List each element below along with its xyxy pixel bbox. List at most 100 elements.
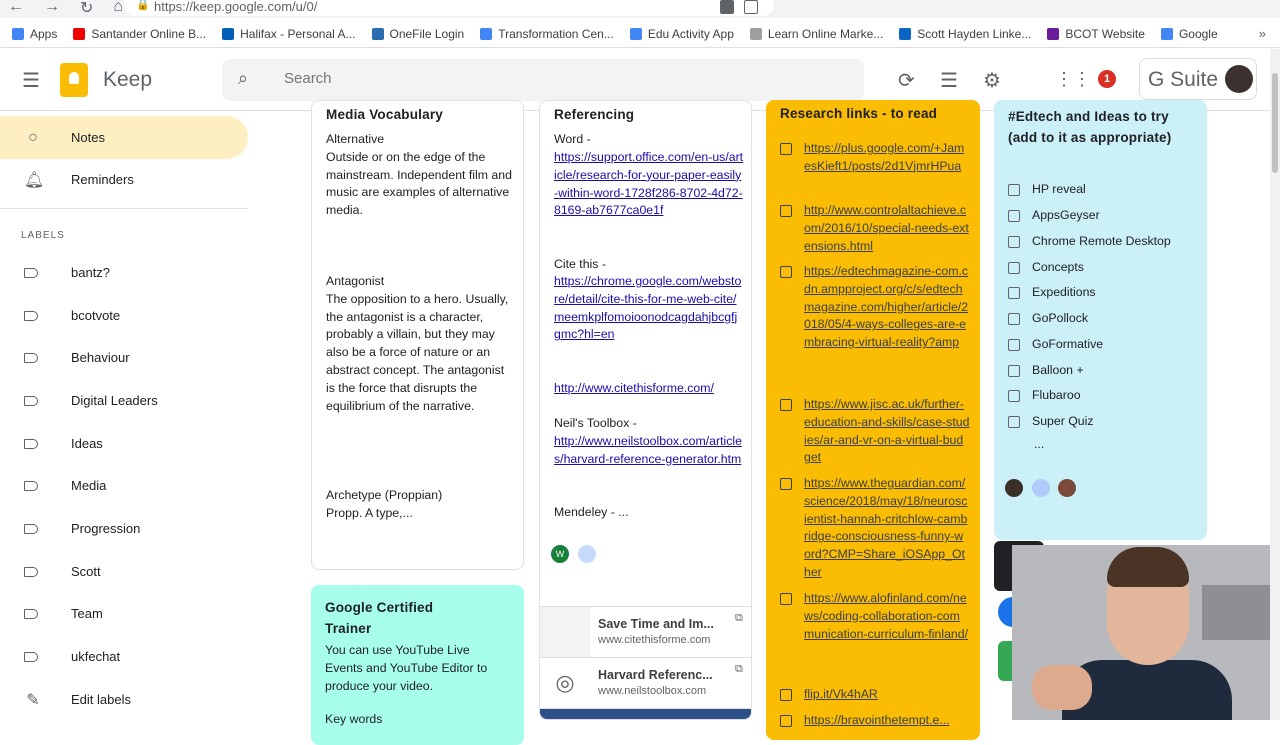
open-external-icon[interactable]: ⧉ (735, 663, 743, 676)
search-input[interactable] (284, 70, 844, 87)
bookmark-transformation[interactable]: Transformation Cen... (480, 27, 614, 41)
checkbox[interactable] (780, 266, 792, 278)
checklist-item: Concepts (1008, 259, 1198, 277)
google-icon (480, 27, 493, 40)
forward-icon[interactable]: → (44, 0, 60, 18)
bookmark-learn-online[interactable]: Learn Online Marke... (749, 27, 883, 41)
collaborator-avatar[interactable]: W (551, 545, 569, 563)
sidebar-edit-labels[interactable]: ✎ Edit labels (0, 678, 248, 721)
sidebar-label-ukfechat[interactable]: ukfechat (0, 635, 248, 678)
checkbox[interactable] (780, 689, 792, 701)
bookmark-onefile[interactable]: OneFile Login (371, 27, 464, 41)
note-body: Archetype (Proppian) Propp. A type,... (326, 488, 443, 520)
collaborator-avatar[interactable] (1005, 479, 1023, 497)
account-switcher[interactable]: G Suite (1139, 58, 1257, 100)
bookmark-bcot[interactable]: BCOT Website (1047, 27, 1145, 41)
collaborator-avatar[interactable] (1058, 479, 1076, 497)
research-link[interactable]: http://www.controlaltachieve.com/2016/10… (804, 202, 970, 255)
word-link[interactable]: https://support.office.com/en-us/article… (554, 150, 743, 217)
sidebar-label-media[interactable]: Media (0, 464, 248, 507)
collaborator-avatar[interactable] (1032, 479, 1050, 497)
search-bar[interactable]: ⌕ (222, 59, 864, 101)
note-title: Research links - to read (780, 106, 938, 121)
bookmark-google[interactable]: Google (1160, 27, 1218, 41)
sidebar-item-reminders[interactable]: 🔔︎ Reminders (0, 158, 248, 201)
link-preview[interactable]: ◎ Harvard Referenc... www.neilstoolbox.c… (540, 657, 751, 708)
settings-gear-icon[interactable]: ⚙ (983, 68, 1001, 93)
sidebar-label-ideas[interactable]: Ideas (0, 422, 248, 465)
note-media-vocabulary[interactable]: Media Vocabulary Alternative Outside or … (311, 100, 524, 570)
checkbox[interactable] (1008, 184, 1020, 196)
checkbox[interactable] (780, 715, 792, 727)
research-link[interactable]: https://bravointhetempt.e... (804, 712, 950, 730)
notification-badge[interactable]: 1 (1098, 70, 1116, 88)
sidebar-label-progression[interactable]: Progression (0, 507, 248, 550)
checkbox[interactable] (1008, 210, 1020, 222)
bookmark-linkedin[interactable]: Scott Hayden Linke... (899, 27, 1031, 41)
sidebar-label-scott[interactable]: Scott (0, 550, 248, 593)
cite-this-link[interactable]: https://chrome.google.com/webstore/detai… (554, 274, 741, 341)
checkbox[interactable] (1008, 339, 1020, 351)
back-icon[interactable]: ← (8, 0, 24, 18)
research-link[interactable]: https://www.alofinland.com/news/coding-c… (804, 590, 970, 643)
sidebar-label-behaviour[interactable]: Behaviour (0, 336, 248, 379)
more-bookmarks-icon[interactable]: » (1259, 26, 1266, 41)
neils-toolbox-link[interactable]: http://www.neilstoolbox.com/articles/har… (554, 434, 742, 466)
checkbox[interactable] (780, 593, 792, 605)
note-research-links[interactable]: Research links - to read https://plus.go… (766, 100, 980, 740)
search-icon[interactable]: ⌕ (238, 68, 248, 89)
app-title[interactable]: Keep (103, 68, 152, 92)
checkbox[interactable] (1008, 416, 1020, 428)
bcot-icon (1047, 27, 1060, 40)
collaborator-avatar[interactable] (578, 545, 596, 563)
checkbox[interactable] (1008, 313, 1020, 325)
bookmark-halifax[interactable]: Halifax - Personal A... (222, 27, 356, 41)
home-icon[interactable]: ⌂ (113, 0, 123, 18)
checkbox[interactable] (780, 399, 792, 411)
note-edtech-ideas[interactable]: #Edtech and Ideas to try (add to it as a… (994, 100, 1207, 540)
open-external-icon[interactable]: ⧉ (735, 612, 743, 625)
checkbox[interactable] (780, 478, 792, 490)
link-preview[interactable] (540, 708, 751, 719)
research-link[interactable]: https://www.jisc.ac.uk/further-education… (804, 396, 970, 467)
address-bar[interactable]: 🔒 https://keep.google.com/u/0/ (124, 0, 774, 16)
checkbox[interactable] (780, 143, 792, 155)
checkbox[interactable] (780, 205, 792, 217)
checkbox[interactable] (1008, 287, 1020, 299)
research-link[interactable]: flip.it/Vk4hAR (804, 686, 878, 704)
checkbox[interactable] (1008, 262, 1020, 274)
sidebar-label-bcotvote[interactable]: bcotvote (0, 294, 248, 337)
sidebar-label-digital-leaders[interactable]: Digital Leaders (0, 379, 248, 422)
note-referencing[interactable]: Referencing Word - https://support.offic… (539, 100, 752, 720)
preview-title: Harvard Referenc... (598, 668, 713, 682)
camera-icon[interactable] (720, 0, 734, 14)
checkbox[interactable] (1008, 236, 1020, 248)
sidebar-item-notes[interactable]: ○ Notes (0, 116, 248, 159)
avatar[interactable] (1225, 65, 1253, 93)
checkbox[interactable] (1008, 390, 1020, 402)
research-link[interactable]: https://edtechmagazine-com.cdn.ampprojec… (804, 263, 970, 352)
page-scrollbar[interactable] (1270, 49, 1280, 720)
bookmark-santander[interactable]: Santander Online B... (73, 27, 206, 41)
list-view-icon[interactable]: ☰ (940, 68, 958, 93)
apps-grid-icon[interactable]: ⋮⋮ (1055, 69, 1091, 90)
reload-icon[interactable]: ↻ (80, 0, 93, 18)
refresh-icon[interactable]: ⟳ (898, 68, 915, 93)
main-menu-icon[interactable]: ☰ (22, 68, 40, 93)
scrollbar-thumb[interactable] (1272, 73, 1278, 173)
note-google-certified-trainer[interactable]: Google Certified Trainer You can use You… (311, 585, 524, 745)
sidebar-item-label: Reminders (71, 172, 134, 187)
bookmark-apps[interactable]: Apps (12, 27, 57, 41)
star-icon[interactable] (744, 0, 758, 14)
bookmark-edu-activity[interactable]: Edu Activity App (629, 27, 734, 41)
link-preview[interactable]: Save Time and Im... www.citethisforme.co… (540, 606, 751, 657)
sidebar-label-team[interactable]: Team (0, 592, 248, 635)
bell-icon: 🔔︎ (24, 171, 45, 189)
research-link[interactable]: https://plus.google.com/+JamesKieft1/pos… (804, 140, 970, 176)
citethisforme-link[interactable]: http://www.citethisforme.com/ (554, 381, 714, 395)
research-link[interactable]: https://www.theguardian.com/science/2018… (804, 475, 970, 582)
sidebar-label-bantz[interactable]: bantz? (0, 251, 248, 294)
checkbox[interactable] (1008, 365, 1020, 377)
sidebar-item-label: Notes (71, 130, 105, 145)
keep-logo[interactable] (60, 63, 88, 97)
